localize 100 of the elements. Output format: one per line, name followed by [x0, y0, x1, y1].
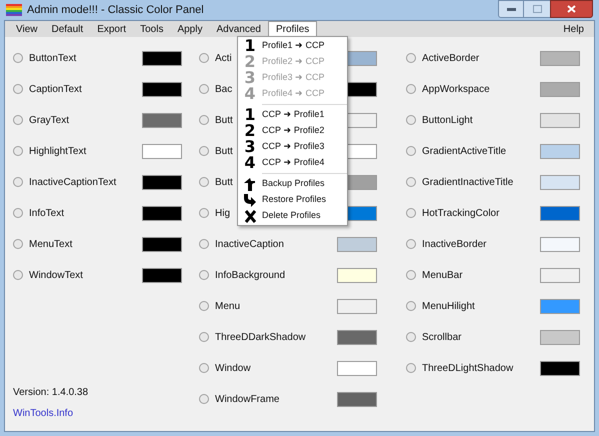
- up-left-arrow-icon: [244, 178, 256, 190]
- color-swatch[interactable]: [142, 51, 182, 66]
- radio-button[interactable]: [13, 177, 23, 187]
- color-label: Menu: [215, 300, 240, 312]
- radio-button[interactable]: [406, 363, 416, 373]
- menu-item[interactable]: Export: [90, 21, 134, 37]
- minimize-icon: [506, 8, 516, 10]
- color-swatch[interactable]: [540, 330, 580, 345]
- number-label: 4: [244, 86, 256, 102]
- radio-button[interactable]: [199, 146, 209, 156]
- radio-button[interactable]: [13, 84, 23, 94]
- version-text: Version: 1.4.0.38: [13, 386, 90, 400]
- menu-item[interactable]: Help: [557, 21, 590, 37]
- color-label: GradientInactiveTitle: [422, 176, 514, 188]
- color-label: WindowFrame: [215, 394, 280, 404]
- radio-button[interactable]: [406, 301, 416, 311]
- radio-button[interactable]: [199, 332, 209, 342]
- menu-entry[interactable]: Backup Profiles: [238, 176, 347, 192]
- menu-item[interactable]: Tools: [133, 21, 170, 37]
- radio-button[interactable]: [13, 270, 23, 280]
- menu-item[interactable]: Apply: [170, 21, 210, 37]
- close-icon: [244, 210, 256, 222]
- color-swatch[interactable]: [540, 175, 580, 190]
- color-label: Butt: [215, 146, 233, 156]
- color-swatch[interactable]: [540, 51, 580, 66]
- radio-button[interactable]: [199, 208, 209, 218]
- color-swatch[interactable]: [337, 237, 377, 252]
- radio-button[interactable]: [199, 239, 209, 249]
- radio-button[interactable]: [13, 53, 23, 63]
- close-button[interactable]: [550, 0, 593, 18]
- radio-button[interactable]: [406, 332, 416, 342]
- radio-button[interactable]: [13, 208, 23, 218]
- color-swatch[interactable]: [540, 237, 580, 252]
- color-swatch[interactable]: [142, 268, 182, 283]
- radio-button[interactable]: [13, 146, 23, 156]
- color-swatch[interactable]: [540, 268, 580, 283]
- color-label: ButtonLight: [422, 114, 473, 126]
- radio-button[interactable]: [199, 301, 209, 311]
- color-swatch[interactable]: [142, 206, 182, 221]
- menu-entry[interactable]: Delete Profiles: [238, 208, 347, 224]
- maximize-icon: [532, 5, 542, 13]
- color-swatch[interactable]: [337, 361, 377, 376]
- color-swatch[interactable]: [540, 82, 580, 97]
- color-swatch[interactable]: [540, 206, 580, 221]
- color-swatch[interactable]: [142, 113, 182, 128]
- website-link[interactable]: WinTools.Info: [13, 406, 199, 421]
- radio-button[interactable]: [406, 208, 416, 218]
- color-swatch[interactable]: [337, 299, 377, 314]
- color-swatch[interactable]: [540, 113, 580, 128]
- radio-button[interactable]: [199, 177, 209, 187]
- radio-button[interactable]: [406, 270, 416, 280]
- color-label: ActiveBorder: [422, 52, 480, 64]
- color-swatch[interactable]: [337, 268, 377, 283]
- radio-button[interactable]: [199, 84, 209, 94]
- color-label: Butt: [215, 176, 233, 188]
- menu-entry[interactable]: 1 Profile1 ➜ CCP: [238, 38, 347, 54]
- menu-entry[interactable]: Restore Profiles: [238, 192, 347, 208]
- color-swatch[interactable]: [540, 299, 580, 314]
- radio-button[interactable]: [199, 394, 209, 404]
- color-label: CaptionText: [29, 84, 82, 94]
- radio-button[interactable]: [406, 177, 416, 187]
- color-swatch[interactable]: [142, 175, 182, 190]
- color-swatch[interactable]: [540, 144, 580, 159]
- menu-item[interactable]: Profiles: [268, 21, 318, 37]
- maximize-button[interactable]: [524, 0, 550, 18]
- radio-button[interactable]: [199, 53, 209, 63]
- menu-item[interactable]: Advanced: [209, 21, 268, 37]
- menu-item[interactable]: Default: [44, 21, 90, 37]
- minimize-button[interactable]: [498, 0, 524, 18]
- color-swatch[interactable]: [142, 82, 182, 97]
- menu-entry[interactable]: 1 CCP ➜ Profile1: [238, 107, 347, 123]
- color-swatch[interactable]: [540, 361, 580, 376]
- radio-button[interactable]: [406, 84, 416, 94]
- color-label: InactiveBorder: [422, 238, 486, 250]
- color-label: AppWorkspace: [422, 84, 490, 94]
- radio-button[interactable]: [199, 270, 209, 280]
- number-label: 2: [244, 123, 256, 139]
- radio-button[interactable]: [199, 363, 209, 373]
- radio-button[interactable]: [406, 239, 416, 249]
- color-label: Bac: [215, 84, 232, 94]
- color-swatch[interactable]: [337, 392, 377, 407]
- color-label: Window: [215, 362, 251, 374]
- radio-button[interactable]: [13, 115, 23, 125]
- color-swatch[interactable]: [142, 144, 182, 159]
- radio-button[interactable]: [406, 53, 416, 63]
- number-label: 4: [244, 155, 256, 171]
- color-swatch[interactable]: [337, 330, 377, 345]
- color-swatch[interactable]: [142, 237, 182, 252]
- radio-button[interactable]: [199, 115, 209, 125]
- color-label: ThreeDDarkShadow: [215, 332, 306, 342]
- menu-entry[interactable]: 4 CCP ➜ Profile4: [238, 155, 347, 171]
- menu-item[interactable]: View: [9, 21, 44, 37]
- menu-entry[interactable]: 2 CCP ➜ Profile2: [238, 123, 347, 139]
- color-label: InfoBackground: [215, 270, 286, 280]
- radio-button[interactable]: [406, 115, 416, 125]
- color-label: GradientActiveTitle: [422, 146, 506, 156]
- menu-entry[interactable]: 3 CCP ➜ Profile3: [238, 139, 347, 155]
- radio-button[interactable]: [406, 146, 416, 156]
- number-label: 1: [244, 107, 256, 123]
- radio-button[interactable]: [13, 239, 23, 249]
